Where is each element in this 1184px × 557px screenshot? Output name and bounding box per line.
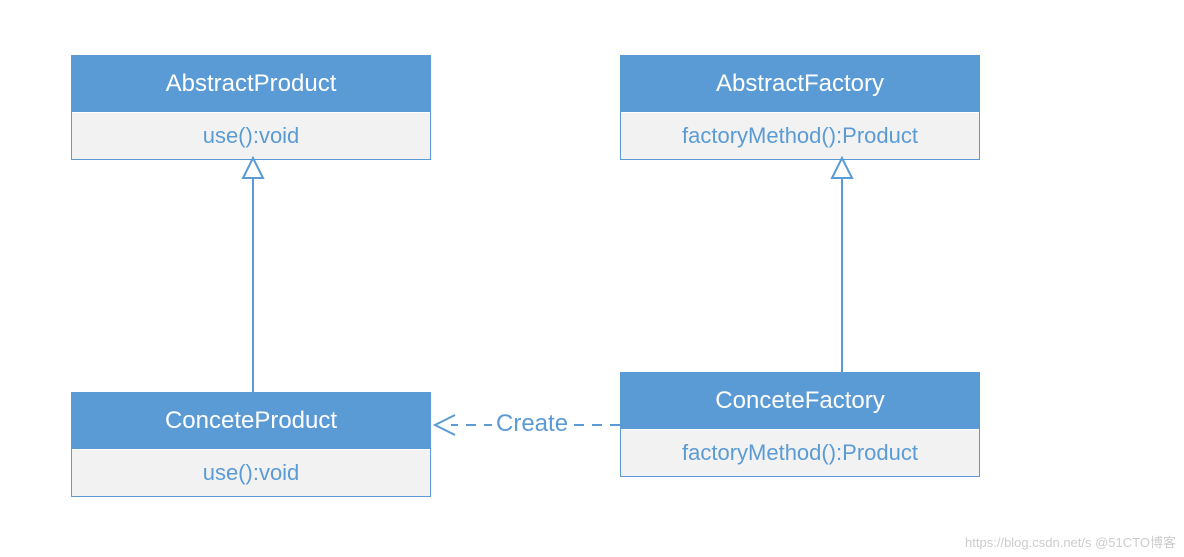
class-name: ConceteFactory	[621, 373, 979, 429]
dependency-label: Create	[492, 410, 572, 438]
class-name: AbstractFactory	[621, 56, 979, 112]
generalization-product	[243, 158, 263, 392]
class-concrete-product: ConceteProduct use():void	[71, 392, 431, 497]
class-abstract-factory: AbstractFactory factoryMethod():Product	[620, 55, 980, 160]
class-abstract-product: AbstractProduct use():void	[71, 55, 431, 160]
generalization-factory	[832, 158, 852, 372]
watermark-text: https://blog.csdn.net/s @51CTO博客	[965, 532, 1176, 551]
class-member: factoryMethod():Product	[621, 429, 979, 476]
class-name: AbstractProduct	[72, 56, 430, 112]
class-member: factoryMethod():Product	[621, 112, 979, 159]
class-concrete-factory: ConceteFactory factoryMethod():Product	[620, 372, 980, 477]
class-member: use():void	[72, 112, 430, 159]
class-member: use():void	[72, 449, 430, 496]
class-name: ConceteProduct	[72, 393, 430, 449]
